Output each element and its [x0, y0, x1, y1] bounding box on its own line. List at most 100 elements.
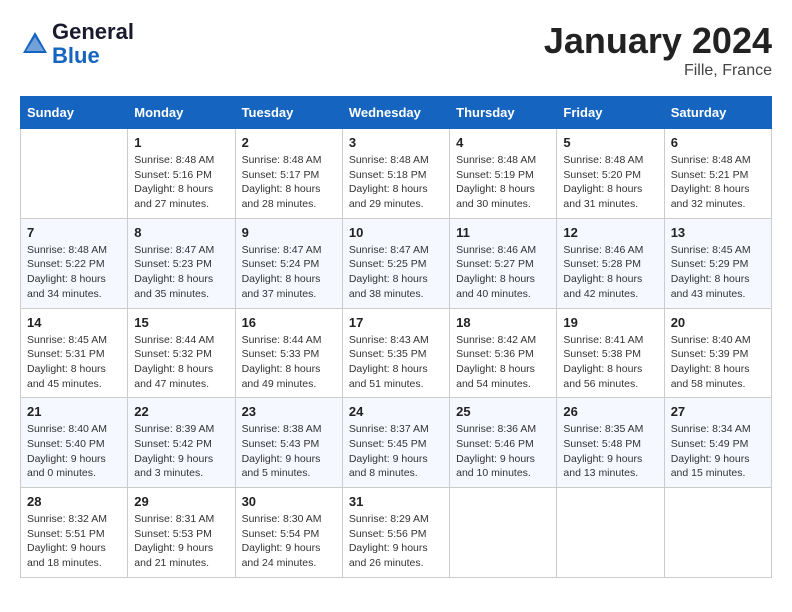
day-number: 8 — [134, 225, 228, 240]
weekday-header-tuesday: Tuesday — [235, 97, 342, 129]
logo-icon — [20, 29, 50, 59]
calendar-cell: 27 Sunrise: 8:34 AM Sunset: 5:49 PM Dayli… — [664, 398, 771, 488]
calendar-week-2: 7 Sunrise: 8:48 AM Sunset: 5:22 PM Daylig… — [21, 218, 772, 308]
calendar-cell: 9Sunrise: 8:47 AM Sunset: 5:24 PM Daylig… — [235, 218, 342, 308]
day-number: 31 — [349, 494, 443, 509]
day-number: 6 — [671, 135, 765, 150]
day-info: Sunrise: 8:44 AM Sunset: 5:33 PM Dayligh… — [242, 333, 336, 392]
day-info: Sunrise: 8:46 AM Sunset: 5:28 PM Dayligh… — [563, 243, 657, 302]
day-number: 29 — [134, 494, 228, 509]
day-info: Sunrise: 8:37 AM Sunset: 5:45 PM Dayligh… — [349, 422, 443, 481]
calendar-cell — [450, 488, 557, 578]
calendar-cell: 18 Sunrise: 8:42 AM Sunset: 5:36 PM Dayli… — [450, 308, 557, 398]
day-info: Sunrise: 8:35 AM Sunset: 5:48 PM Dayligh… — [563, 422, 657, 481]
day-info: Sunrise: 8:47 AM Sunset: 5:25 PM Dayligh… — [349, 243, 443, 302]
day-number: 14 — [27, 315, 121, 330]
day-number: 18 — [456, 315, 550, 330]
day-info: Sunrise: 8:38 AM Sunset: 5:43 PM Dayligh… — [242, 422, 336, 481]
day-number: 1 — [134, 135, 228, 150]
day-number: 23 — [242, 404, 336, 419]
day-number: 12 — [563, 225, 657, 240]
calendar-cell: 13Sunrise: 8:45 AM Sunset: 5:29 PM Dayli… — [664, 218, 771, 308]
calendar-cell: 21 Sunrise: 8:40 AM Sunset: 5:40 PM Dayli… — [21, 398, 128, 488]
day-info: Sunrise: 8:41 AM Sunset: 5:38 PM Dayligh… — [563, 333, 657, 392]
day-number: 10 — [349, 225, 443, 240]
day-info: Sunrise: 8:29 AM Sunset: 5:56 PM Dayligh… — [349, 512, 443, 571]
day-info: Sunrise: 8:48 AM Sunset: 5:20 PM Dayligh… — [563, 153, 657, 212]
day-number: 11 — [456, 225, 550, 240]
calendar-cell: 10 Sunrise: 8:47 AM Sunset: 5:25 PM Dayli… — [342, 218, 449, 308]
calendar-cell: 12 Sunrise: 8:46 AM Sunset: 5:28 PM Dayli… — [557, 218, 664, 308]
calendar-cell: 26 Sunrise: 8:35 AM Sunset: 5:48 PM Dayli… — [557, 398, 664, 488]
day-info: Sunrise: 8:48 AM Sunset: 5:19 PM Dayligh… — [456, 153, 550, 212]
calendar-cell: 1Sunrise: 8:48 AM Sunset: 5:16 PM Daylig… — [128, 129, 235, 219]
day-number: 5 — [563, 135, 657, 150]
day-info: Sunrise: 8:48 AM Sunset: 5:17 PM Dayligh… — [242, 153, 336, 212]
day-info: Sunrise: 8:32 AM Sunset: 5:51 PM Dayligh… — [27, 512, 121, 571]
calendar-cell: 4 Sunrise: 8:48 AM Sunset: 5:19 PM Daylig… — [450, 129, 557, 219]
calendar-cell: 2Sunrise: 8:48 AM Sunset: 5:17 PM Daylig… — [235, 129, 342, 219]
day-number: 17 — [349, 315, 443, 330]
day-number: 9 — [242, 225, 336, 240]
day-number: 27 — [671, 404, 765, 419]
calendar-cell: 22 Sunrise: 8:39 AM Sunset: 5:42 PM Dayli… — [128, 398, 235, 488]
day-info: Sunrise: 8:48 AM Sunset: 5:18 PM Dayligh… — [349, 153, 443, 212]
month-title: January 2024 — [544, 20, 772, 62]
day-info: Sunrise: 8:39 AM Sunset: 5:42 PM Dayligh… — [134, 422, 228, 481]
calendar-cell — [557, 488, 664, 578]
day-number: 7 — [27, 225, 121, 240]
weekday-header-friday: Friday — [557, 97, 664, 129]
day-number: 28 — [27, 494, 121, 509]
logo: General Blue — [20, 20, 134, 68]
day-info: Sunrise: 8:40 AM Sunset: 5:39 PM Dayligh… — [671, 333, 765, 392]
day-info: Sunrise: 8:34 AM Sunset: 5:49 PM Dayligh… — [671, 422, 765, 481]
day-number: 22 — [134, 404, 228, 419]
calendar-cell: 7 Sunrise: 8:48 AM Sunset: 5:22 PM Daylig… — [21, 218, 128, 308]
calendar-cell: 31 Sunrise: 8:29 AM Sunset: 5:56 PM Dayli… — [342, 488, 449, 578]
calendar-cell: 11 Sunrise: 8:46 AM Sunset: 5:27 PM Dayli… — [450, 218, 557, 308]
day-info: Sunrise: 8:36 AM Sunset: 5:46 PM Dayligh… — [456, 422, 550, 481]
page-header: General Blue January 2024 Fille, France — [20, 20, 772, 80]
weekday-header-wednesday: Wednesday — [342, 97, 449, 129]
calendar-cell: 16 Sunrise: 8:44 AM Sunset: 5:33 PM Dayli… — [235, 308, 342, 398]
day-number: 16 — [242, 315, 336, 330]
weekday-header-sunday: Sunday — [21, 97, 128, 129]
day-info: Sunrise: 8:31 AM Sunset: 5:53 PM Dayligh… — [134, 512, 228, 571]
day-info: Sunrise: 8:40 AM Sunset: 5:40 PM Dayligh… — [27, 422, 121, 481]
calendar-cell: 30Sunrise: 8:30 AM Sunset: 5:54 PM Dayli… — [235, 488, 342, 578]
calendar-cell: 20 Sunrise: 8:40 AM Sunset: 5:39 PM Dayli… — [664, 308, 771, 398]
day-number: 13 — [671, 225, 765, 240]
calendar-week-5: 28 Sunrise: 8:32 AM Sunset: 5:51 PM Dayli… — [21, 488, 772, 578]
day-info: Sunrise: 8:48 AM Sunset: 5:22 PM Dayligh… — [27, 243, 121, 302]
day-info: Sunrise: 8:44 AM Sunset: 5:32 PM Dayligh… — [134, 333, 228, 392]
calendar-week-1: 1Sunrise: 8:48 AM Sunset: 5:16 PM Daylig… — [21, 129, 772, 219]
calendar-cell: 28 Sunrise: 8:32 AM Sunset: 5:51 PM Dayli… — [21, 488, 128, 578]
calendar-cell: 25 Sunrise: 8:36 AM Sunset: 5:46 PM Dayli… — [450, 398, 557, 488]
title-area: January 2024 Fille, France — [544, 20, 772, 80]
calendar-week-3: 14Sunrise: 8:45 AM Sunset: 5:31 PM Dayli… — [21, 308, 772, 398]
calendar-cell: 14Sunrise: 8:45 AM Sunset: 5:31 PM Dayli… — [21, 308, 128, 398]
day-number: 21 — [27, 404, 121, 419]
calendar-cell: 29 Sunrise: 8:31 AM Sunset: 5:53 PM Dayli… — [128, 488, 235, 578]
calendar-header-row: SundayMondayTuesdayWednesdayThursdayFrid… — [21, 97, 772, 129]
day-info: Sunrise: 8:46 AM Sunset: 5:27 PM Dayligh… — [456, 243, 550, 302]
location: Fille, France — [544, 62, 772, 80]
weekday-header-saturday: Saturday — [664, 97, 771, 129]
calendar-cell: 8Sunrise: 8:47 AM Sunset: 5:23 PM Daylig… — [128, 218, 235, 308]
day-number: 20 — [671, 315, 765, 330]
day-number: 4 — [456, 135, 550, 150]
day-number: 15 — [134, 315, 228, 330]
day-info: Sunrise: 8:42 AM Sunset: 5:36 PM Dayligh… — [456, 333, 550, 392]
calendar-body: 1Sunrise: 8:48 AM Sunset: 5:16 PM Daylig… — [21, 129, 772, 578]
calendar-cell: 24Sunrise: 8:37 AM Sunset: 5:45 PM Dayli… — [342, 398, 449, 488]
calendar-cell — [664, 488, 771, 578]
day-number: 25 — [456, 404, 550, 419]
day-number: 3 — [349, 135, 443, 150]
day-info: Sunrise: 8:48 AM Sunset: 5:21 PM Dayligh… — [671, 153, 765, 212]
day-number: 26 — [563, 404, 657, 419]
calendar-cell: 5 Sunrise: 8:48 AM Sunset: 5:20 PM Daylig… — [557, 129, 664, 219]
calendar-cell: 3 Sunrise: 8:48 AM Sunset: 5:18 PM Daylig… — [342, 129, 449, 219]
calendar-cell: 19Sunrise: 8:41 AM Sunset: 5:38 PM Dayli… — [557, 308, 664, 398]
day-info: Sunrise: 8:30 AM Sunset: 5:54 PM Dayligh… — [242, 512, 336, 571]
calendar: SundayMondayTuesdayWednesdayThursdayFrid… — [20, 96, 772, 578]
